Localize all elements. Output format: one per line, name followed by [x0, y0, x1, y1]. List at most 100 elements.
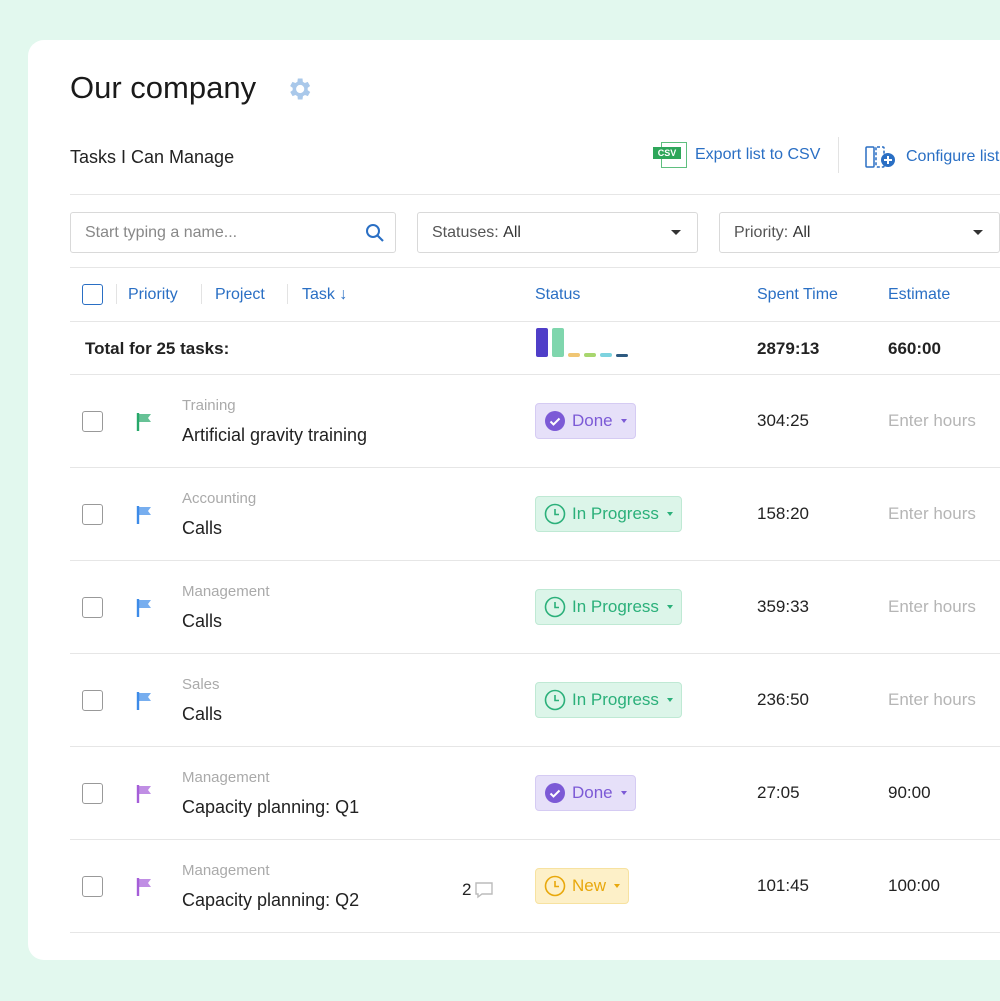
divider — [201, 284, 202, 304]
task-name[interactable]: Calls — [182, 518, 222, 539]
row-checkbox[interactable] — [82, 411, 103, 432]
table-row[interactable]: Management Capacity planning: Q1 Done 27… — [28, 747, 1000, 840]
check-circle-icon — [545, 783, 565, 803]
column-project[interactable]: Project — [215, 286, 265, 304]
project-name: Management — [182, 583, 270, 600]
status-distribution-bar — [536, 328, 548, 357]
column-spent-time[interactable]: Spent Time — [757, 286, 838, 304]
total-estimate: 660:00 — [888, 339, 941, 358]
status-label: Done — [572, 783, 613, 802]
column-task[interactable]: Task ↓ — [302, 286, 347, 304]
project-name: Accounting — [182, 490, 257, 507]
task-name[interactable]: Calls — [182, 611, 222, 632]
divider — [70, 194, 1000, 195]
divider — [838, 137, 839, 173]
spent-time: 158:20 — [757, 504, 809, 523]
table-row[interactable]: Sales Calls In Progress 236:50 Enter hou… — [28, 654, 1000, 747]
column-status[interactable]: Status — [535, 286, 580, 304]
caret-down-icon — [666, 698, 673, 702]
status-dropdown[interactable]: In Progress — [535, 589, 682, 625]
sort-down-icon: ↓ — [339, 286, 348, 303]
search-input[interactable]: Start typing a name... — [70, 212, 396, 253]
spent-time: 236:50 — [757, 690, 809, 709]
estimate-input[interactable]: Enter hours — [888, 597, 976, 617]
status-dropdown[interactable]: Done — [535, 775, 636, 811]
divider — [70, 321, 1000, 322]
statuses-value: All — [503, 223, 521, 241]
row-checkbox[interactable] — [82, 783, 103, 804]
status-distribution-bar — [552, 328, 564, 357]
priority-flag-icon — [136, 692, 151, 710]
status-dropdown[interactable]: New — [535, 868, 630, 904]
caret-down-icon — [620, 791, 627, 795]
statuses-label: Statuses: — [432, 223, 499, 241]
status-dropdown[interactable]: Done — [535, 403, 636, 439]
task-name[interactable]: Capacity planning: Q2 — [182, 890, 359, 911]
status-dropdown[interactable]: In Progress — [535, 496, 682, 532]
divider — [70, 932, 1000, 933]
column-estimate[interactable]: Estimate — [888, 286, 950, 304]
spent-time: 101:45 — [757, 876, 809, 895]
table-row[interactable]: Accounting Calls In Progress 158:20 Ente… — [28, 468, 1000, 561]
project-name: Management — [182, 769, 270, 786]
configure-columns-icon — [865, 146, 895, 168]
status-distribution-bar — [568, 353, 580, 357]
priority-dropdown[interactable]: Priority: All — [719, 212, 1000, 253]
comments-count[interactable]: 2 — [462, 880, 494, 900]
main-card: Our company Tasks I Can Manage CSV Expor… — [28, 40, 1000, 960]
caret-down-icon — [614, 884, 621, 888]
estimate-input[interactable]: Enter hours — [888, 504, 976, 524]
caret-down-icon — [666, 605, 673, 609]
estimate-input[interactable]: 90:00 — [888, 783, 931, 803]
row-checkbox[interactable] — [82, 876, 103, 897]
task-name[interactable]: Calls — [182, 704, 222, 725]
table-row[interactable]: Management Capacity planning: Q2 2 New 1… — [28, 840, 1000, 933]
priority-flag-icon — [136, 878, 151, 896]
chevron-down-icon — [671, 230, 681, 235]
clock-icon — [544, 503, 566, 525]
priority-flag-icon — [136, 785, 151, 803]
table-row[interactable]: Training Artificial gravity training Don… — [28, 375, 1000, 468]
status-label: New — [572, 876, 607, 895]
select-all-checkbox[interactable] — [82, 284, 103, 305]
estimate-input[interactable]: Enter hours — [888, 690, 976, 710]
spent-time: 27:05 — [757, 783, 800, 802]
task-name[interactable]: Artificial gravity training — [182, 425, 367, 446]
clock-icon — [544, 596, 566, 618]
csv-icon: CSV — [653, 142, 689, 168]
statuses-dropdown[interactable]: Statuses: All — [417, 212, 698, 253]
clock-icon — [544, 689, 566, 711]
column-priority[interactable]: Priority — [128, 286, 178, 304]
check-circle-icon — [545, 411, 565, 431]
row-checkbox[interactable] — [82, 504, 103, 525]
priority-flag-icon — [136, 506, 151, 524]
search-icon[interactable] — [365, 223, 385, 243]
comments-number: 2 — [462, 880, 472, 899]
total-label: Total for 25 tasks: — [85, 339, 230, 358]
gear-icon[interactable] — [285, 75, 313, 103]
status-dropdown[interactable]: In Progress — [535, 682, 682, 718]
estimate-input[interactable]: Enter hours — [888, 411, 976, 431]
row-checkbox[interactable] — [82, 597, 103, 618]
row-checkbox[interactable] — [82, 690, 103, 711]
table-row[interactable]: Management Calls In Progress 359:33 Ente… — [28, 561, 1000, 654]
status-distribution-chart — [536, 328, 628, 357]
spent-time: 359:33 — [757, 597, 809, 616]
export-csv-button[interactable]: CSV Export list to CSV — [653, 142, 820, 168]
estimate-input[interactable]: 100:00 — [888, 876, 940, 896]
chevron-down-icon — [973, 230, 983, 235]
comment-icon — [475, 882, 494, 899]
spent-time: 304:25 — [757, 411, 809, 430]
export-label: Export list to CSV — [695, 146, 821, 163]
project-name: Training — [182, 397, 236, 414]
status-label: In Progress — [572, 504, 659, 523]
priority-value: All — [792, 223, 811, 241]
status-distribution-bar — [584, 353, 596, 357]
configure-list-button[interactable]: Configure list — [864, 145, 999, 169]
caret-down-icon — [620, 419, 627, 423]
search-placeholder: Start typing a name... — [85, 223, 238, 241]
divider — [70, 267, 1000, 268]
status-label: Done — [572, 411, 613, 430]
project-name: Sales — [182, 676, 220, 693]
task-name[interactable]: Capacity planning: Q1 — [182, 797, 359, 818]
